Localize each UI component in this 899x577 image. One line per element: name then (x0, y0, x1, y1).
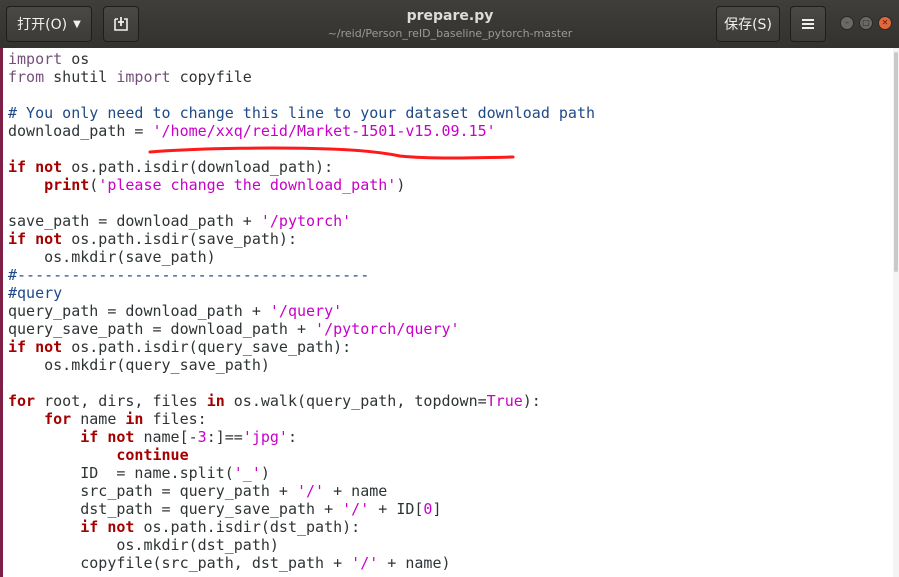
minimize-icon[interactable]: – (840, 16, 854, 30)
code-line[interactable]: copyfile(src_path, dst_path + '/' + name… (8, 554, 450, 572)
code-line[interactable]: print('please change the download_path') (8, 176, 405, 194)
save-button-label: 保存(S) (724, 17, 772, 33)
code-line[interactable]: #--------------------------------------- (8, 266, 369, 284)
code-line[interactable]: # You only need to change this line to y… (8, 104, 595, 122)
chevron-down-icon: ▼ (73, 18, 81, 30)
code-line[interactable]: for root, dirs, files in os.walk(query_p… (8, 392, 541, 410)
code-line[interactable]: if not os.path.isdir(download_path): (8, 158, 333, 176)
code-line[interactable]: import os (8, 50, 89, 68)
text-editor[interactable]: import os from shutil import copyfile # … (0, 48, 899, 577)
new-document-icon (114, 17, 128, 31)
code-line[interactable]: query_path = download_path + '/query' (8, 302, 342, 320)
code-line[interactable]: #query (8, 284, 62, 302)
code-line[interactable]: os.mkdir(dst_path) (8, 536, 279, 554)
window-title: prepare.py (406, 8, 494, 24)
code-line[interactable]: save_path = download_path + '/pytorch' (8, 212, 351, 230)
scrollbar-thumb[interactable] (894, 52, 898, 272)
code-line[interactable]: src_path = query_path + '/' + name (8, 482, 387, 500)
code-line[interactable]: ID = name.split('_') (8, 464, 270, 482)
header-bar: 打开(O) ▼ prepare.py ~/reid/Person_reID_ba… (0, 0, 899, 48)
open-button[interactable]: 打开(O) ▼ (6, 6, 92, 42)
hamburger-menu-icon (802, 19, 814, 29)
code-line[interactable]: if not os.path.isdir(save_path): (8, 230, 297, 248)
open-button-label: 打开(O) (17, 17, 68, 33)
new-document-button[interactable] (103, 6, 139, 42)
save-button[interactable]: 保存(S) (716, 6, 780, 42)
code-line[interactable]: from shutil import copyfile (8, 68, 252, 86)
code-line[interactable]: if not os.path.isdir(dst_path): (8, 518, 360, 536)
close-icon[interactable]: ✕ (878, 16, 892, 30)
code-line[interactable]: download_path = '/home/xxq/reid/Market-1… (8, 122, 496, 140)
window-subtitle: ~/reid/Person_reID_baseline_pytorch-mast… (327, 27, 573, 40)
code-line[interactable]: os.mkdir(save_path) (8, 248, 216, 266)
maximize-icon[interactable]: □ (859, 16, 873, 30)
code-view[interactable]: import os from shutil import copyfile # … (8, 50, 595, 572)
code-line[interactable]: if not os.path.isdir(query_save_path): (8, 338, 351, 356)
code-line[interactable]: continue (8, 446, 188, 464)
code-line[interactable]: dst_path = query_save_path + '/' + ID[0] (8, 500, 441, 518)
code-line[interactable]: if not name[-3:]=='jpg': (8, 428, 297, 446)
code-line[interactable]: os.mkdir(query_save_path) (8, 356, 270, 374)
menu-button[interactable] (790, 6, 826, 42)
code-line[interactable]: for name in files: (8, 410, 207, 428)
code-line[interactable]: query_save_path = download_path + '/pyto… (8, 320, 460, 338)
